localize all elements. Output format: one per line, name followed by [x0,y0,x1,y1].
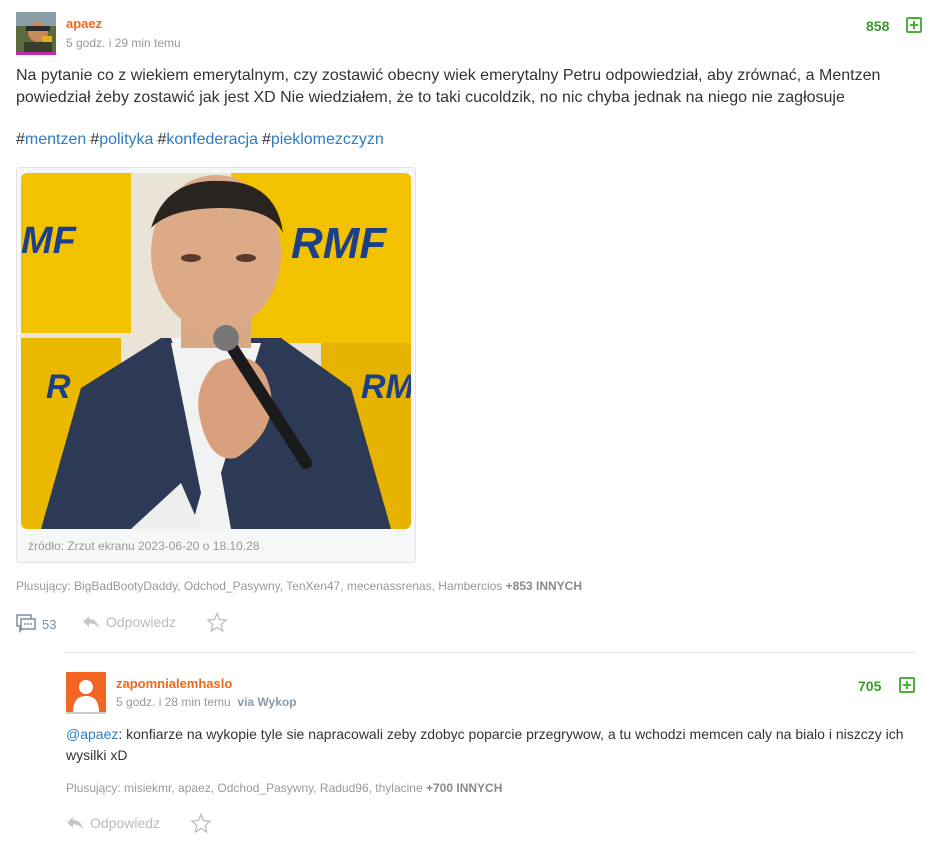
post-image-caption: źródło: Zrzut ekranu 2023-06-20 o 18.10.… [28,539,260,553]
post-image[interactable]: MF RMF RMF R [21,173,411,529]
tag-hash: # [16,131,25,148]
tag-hash: # [157,131,167,148]
post-score: 858 [866,18,890,34]
tag-link[interactable]: #mentzen [16,131,86,148]
svg-text:RMF: RMF [361,368,411,406]
reply-label: Odpowiedz [90,815,161,831]
post-image-photo: MF RMF RMF R [21,173,411,529]
reply-icon [83,616,99,628]
comments-icon [16,614,36,634]
comment-favorite-button[interactable] [190,812,212,839]
post-image-card: MF RMF RMF R źródło: Zrzut ekranu 2023-0… [16,167,416,563]
post-avatar[interactable] [16,12,56,55]
post-author[interactable]: apaez [66,16,102,31]
avatar [16,12,56,52]
comment-avatar[interactable] [66,672,106,714]
tag-name: konfederacja [166,131,258,148]
comment-via: via Wykop [237,695,297,709]
svg-text:MF: MF [21,220,78,262]
comment-meta: 5 godz. i 28 min temu via Wykop [116,695,297,709]
divider [66,652,916,653]
comment-time[interactable]: 5 godz. i 28 min temu [116,695,231,709]
comment-body: @apaez: konfiarze na wykopie tyle sie na… [66,724,906,766]
star-icon [190,812,212,834]
avatar-gender-line [66,712,106,714]
tag-hash: # [90,131,100,148]
comment-plus-button[interactable] [899,677,915,693]
post-plus-button[interactable] [906,17,922,33]
voters-list[interactable]: misiekmr, apaez, Odchod_Pasywny, Radud96… [124,781,423,795]
post-body: Na pytanie co z wiekiem emerytalnym, czy… [16,67,881,106]
default-avatar-icon [66,672,106,712]
tag-link[interactable]: #konfederacja [157,131,258,148]
comment-score: 705 [858,678,882,694]
post-reply-button[interactable]: Odpowiedz [82,614,176,630]
tag-link[interactable]: #pieklomezczyzn [262,131,384,148]
tag-name: pieklomezczyzn [270,131,384,148]
avatar-image [16,12,56,52]
svg-text:R: R [46,368,71,406]
post-tags: #mentzen #polityka #konfederacja #pieklomez… [16,131,388,149]
comment-author[interactable]: zapomnialemhaslo [116,676,232,691]
avatar [66,672,106,712]
svg-text:RMF: RMF [291,219,387,268]
comments-toggle[interactable]: 53 [16,614,56,634]
star-icon [206,611,228,633]
tag-link[interactable]: #polityka [90,131,153,148]
reply-icon [67,817,83,829]
reply-label: Odpowiedz [106,614,177,630]
voters-more[interactable]: +700 INNYCH [426,781,502,795]
voters-list[interactable]: BigBadBootyDaddy, Odchod_Pasywny, TenXen… [74,579,502,593]
mention-link[interactable]: @apaez [66,726,118,742]
avatar-gender-line [16,52,56,55]
post-voters: Plusujący: BigBadBootyDaddy, Odchod_Pasy… [16,579,582,593]
tag-hash: # [261,131,271,148]
tag-name: mentzen [24,131,87,148]
post-time[interactable]: 5 godz. i 29 min temu [66,36,181,50]
comment-text: : konfiarze na wykopie tyle sie napracow… [66,726,904,763]
comment-voters: Plusujący: misiekmr, apaez, Odchod_Pasyw… [66,781,502,795]
comments-count: 53 [42,616,57,632]
voters-label: Plusujący: [16,579,71,593]
post-favorite-button[interactable] [206,611,228,638]
comment-reply-button[interactable]: Odpowiedz [66,815,160,831]
tag-name: polityka [99,131,154,148]
voters-label: Plusujący: [66,781,121,795]
voters-more[interactable]: +853 INNYCH [506,579,582,593]
